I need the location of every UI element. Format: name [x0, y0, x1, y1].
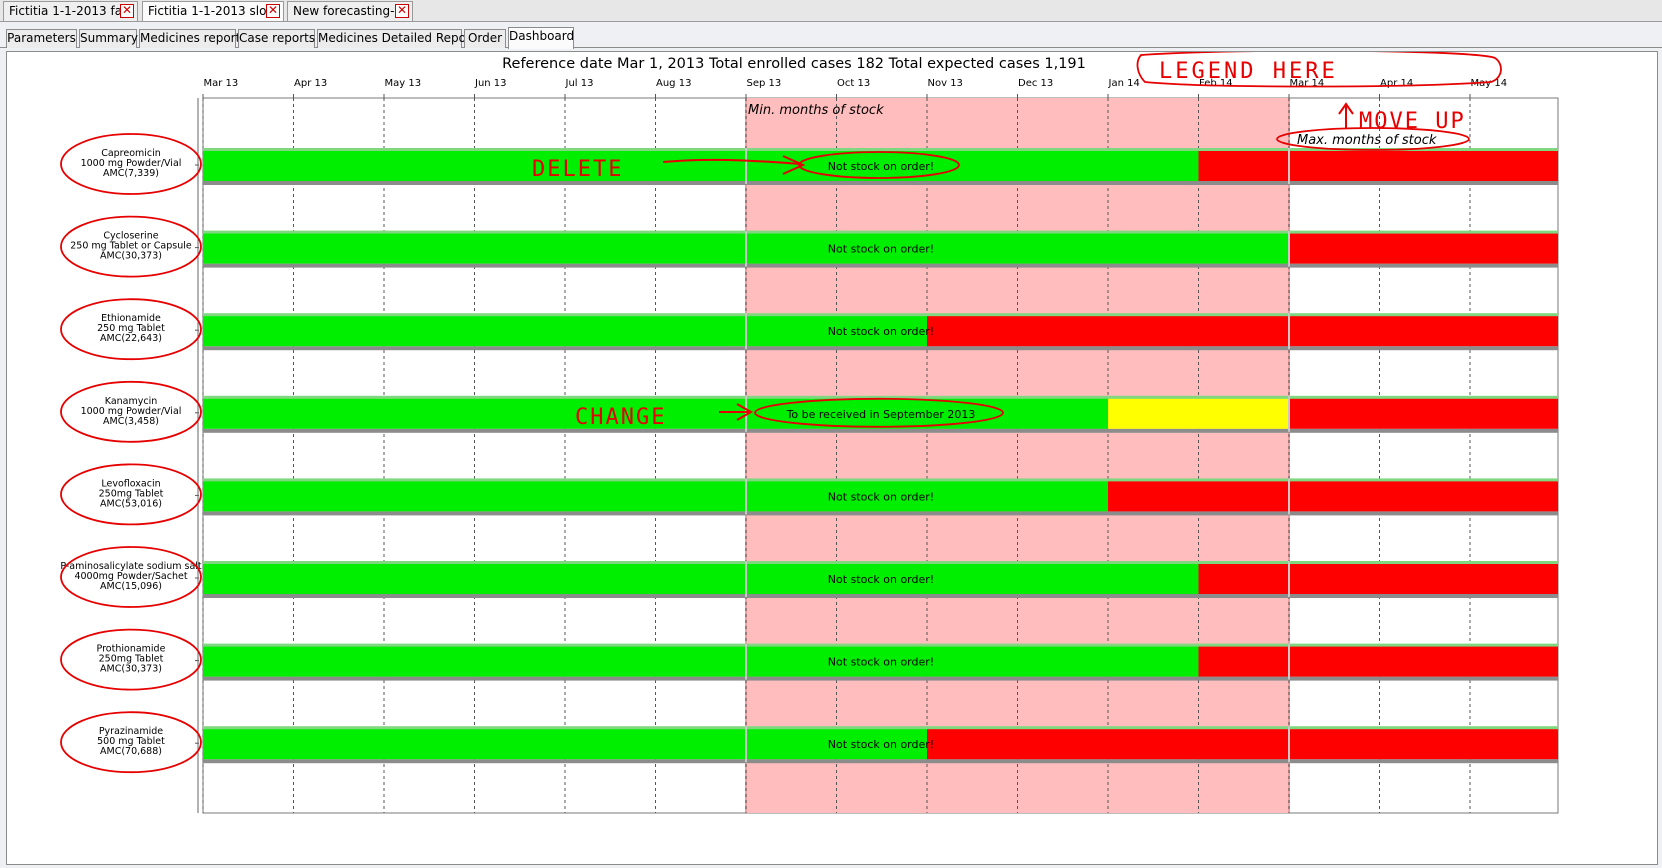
stock-bar[interactable] [203, 316, 927, 347]
order-bar[interactable] [1108, 398, 1289, 429]
bar-status-label: To be received in September 2013 [786, 408, 976, 421]
doc-tab-slow[interactable]: Fictitia 1-1-2013 slow ✕ [142, 1, 284, 21]
medicine-amc: AMC(22,643) [100, 333, 162, 344]
stock-bar[interactable] [203, 646, 1199, 677]
max-stock-label: Max. months of stock [1297, 133, 1437, 148]
bar-status-label: Not stock on order! [828, 573, 934, 586]
medicine-amc: AMC(3,458) [103, 416, 159, 427]
stock-bar[interactable] [203, 729, 927, 760]
medicine-amc: AMC(70,688) [100, 746, 162, 757]
shortage-bar[interactable] [1198, 564, 1559, 594]
shortage-bar[interactable] [927, 316, 1558, 347]
ink-legend-text: LEGEND HERE [1159, 59, 1338, 84]
bar-bottom-border [203, 594, 1558, 598]
stock-dashboard-chart: Reference date Mar 1, 2013 Total enrolle… [60, 52, 1559, 814]
ink-change-text: CHANGE [575, 405, 666, 430]
stock-bar[interactable] [203, 151, 1199, 181]
month-tick-label: Aug 13 [656, 78, 691, 89]
month-tick-label: Apr 14 [1380, 78, 1413, 89]
tab-medicines-detailed-report[interactable]: Medicines Detailed Report [317, 29, 476, 48]
medicine-amc: AMC(30,373) [100, 664, 162, 675]
medicine-amc: AMC(53,016) [100, 498, 162, 509]
tab-parameters[interactable]: Parameters [6, 29, 77, 48]
medicine-row: Not stock on order! [203, 478, 1558, 516]
medicine-row: Not stock on order! [203, 148, 1558, 185]
medicine-amc: AMC(30,373) [100, 251, 162, 262]
ink-move-up-text: MOVE UP [1359, 109, 1466, 134]
shortage-bar[interactable] [1198, 151, 1559, 181]
medicine-row: Not stock on order! [203, 561, 1558, 598]
doc-tab-label: New forecasting-0 [293, 4, 403, 18]
bar-bottom-border [203, 759, 1558, 764]
bar-status-label: Not stock on order! [828, 243, 934, 256]
stock-bar[interactable] [203, 564, 1199, 594]
shortage-bar[interactable] [1108, 481, 1558, 512]
shortage-bar[interactable] [1289, 398, 1558, 429]
report-tab-bar: Parameters Summary Medicines report Case… [0, 26, 1662, 49]
shortage-bar[interactable] [927, 729, 1558, 760]
shortage-bar[interactable] [1289, 233, 1558, 264]
month-tick-label: Apr 13 [294, 78, 327, 89]
close-icon[interactable]: ✕ [395, 4, 409, 18]
month-tick-label: Jun 13 [474, 78, 507, 89]
month-tick-label: Oct 13 [837, 78, 870, 89]
doc-tab-label: Fictitia 1-1-2013 slow [148, 4, 277, 18]
tab-summary[interactable]: Summary [79, 29, 138, 48]
month-tick-label: Sep 13 [747, 78, 782, 89]
month-tick-label: Dec 13 [1018, 78, 1053, 89]
bar-status-label: Not stock on order! [828, 490, 934, 503]
bar-status-label: Not stock on order! [828, 325, 934, 338]
bar-bottom-border [203, 511, 1558, 516]
medicine-row: Not stock on order! [203, 230, 1558, 268]
medicine-amc: AMC(15,096) [100, 581, 162, 592]
medicine-row: Not stock on order! [203, 313, 1558, 351]
bar-bottom-border [203, 428, 1558, 433]
tab-medicines-report[interactable]: Medicines report [139, 29, 240, 48]
doc-tab-fast[interactable]: Fictitia 1-1-2013 fast ✕ [3, 1, 138, 21]
bar-bottom-border [203, 676, 1558, 681]
month-tick-label: Jan 14 [1108, 78, 1140, 89]
bar-bottom-border [203, 346, 1558, 351]
doc-tab-new-forecasting[interactable]: New forecasting-0 ✕ [287, 1, 413, 21]
min-stock-label: Min. months of stock [748, 103, 884, 118]
medicine-amc: AMC(7,339) [103, 168, 159, 179]
month-tick-label: May 13 [385, 78, 422, 89]
chart-title: Reference date Mar 1, 2013 Total enrolle… [502, 56, 1086, 72]
medicine-row: Not stock on order! [203, 726, 1558, 764]
document-tab-bar: Fictitia 1-1-2013 fast ✕ Fictitia 1-1-20… [0, 0, 1662, 22]
tab-case-reports[interactable]: Case reports [238, 29, 315, 48]
month-tick-label: Nov 13 [928, 78, 963, 89]
month-tick-label: Jul 13 [565, 78, 594, 89]
medicine-row: Not stock on order! [203, 643, 1559, 681]
bar-bottom-border [203, 263, 1558, 268]
ink-delete-text: DELETE [532, 157, 623, 182]
bar-status-label: Not stock on order! [828, 656, 934, 669]
doc-tab-label: Fictitia 1-1-2013 fast [9, 4, 134, 18]
stock-bar[interactable] [203, 481, 1108, 512]
month-tick-label: Mar 13 [204, 78, 239, 89]
shortage-bar[interactable] [1198, 646, 1559, 677]
bar-status-label: Not stock on order! [828, 160, 934, 173]
close-icon[interactable]: ✕ [120, 4, 134, 18]
bar-status-label: Not stock on order! [828, 738, 934, 751]
tab-dashboard[interactable]: Dashboard [508, 27, 574, 49]
dashboard-panel: Reference date Mar 1, 2013 Total enrolle… [6, 51, 1658, 865]
bar-bottom-border [203, 181, 1558, 185]
tab-order[interactable]: Order [464, 29, 506, 48]
close-icon[interactable]: ✕ [266, 4, 280, 18]
